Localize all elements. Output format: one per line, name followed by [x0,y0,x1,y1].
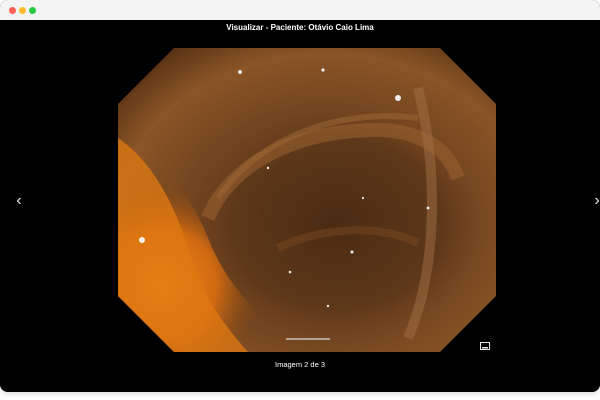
maximize-window-button[interactable] [29,7,36,14]
chevron-left-icon: ‹ [16,192,22,209]
close-window-button[interactable] [9,7,16,14]
next-image-button[interactable]: › [588,188,600,214]
image-viewer: ‹ › Imagem 2 de 3 [0,36,600,392]
fullscreen-button[interactable] [479,338,491,350]
fullscreen-icon [480,342,490,350]
viewer-title: Visualizar - Paciente: Otávio Caio Lima [0,20,600,36]
app-window: Visualizar - Paciente: Otávio Caio Lima … [0,0,600,392]
image-counter: Imagem 2 de 3 [274,360,326,369]
minimize-window-button[interactable] [19,7,26,14]
previous-image-button[interactable]: ‹ [10,188,28,214]
chevron-right-icon: › [594,192,600,209]
window-titlebar [0,0,600,21]
endoscopy-image [118,48,496,352]
